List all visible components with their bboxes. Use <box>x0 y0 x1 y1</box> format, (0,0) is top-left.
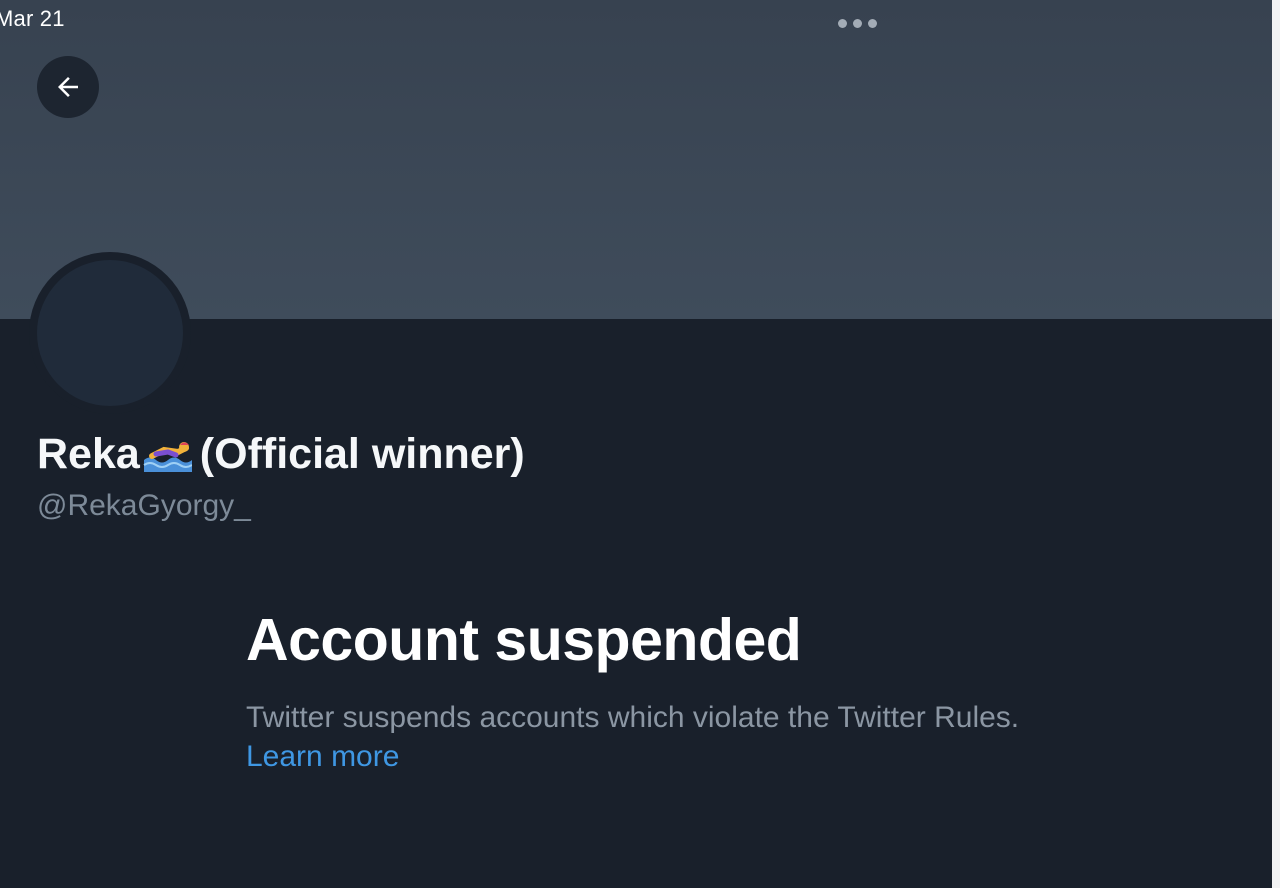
display-name-text: Reka <box>37 430 140 478</box>
profile-banner <box>0 0 1272 319</box>
display-name-suffix: (Official winner) <box>199 430 525 478</box>
more-dots-icon[interactable] <box>838 19 877 28</box>
suspended-description-text: Twitter suspends accounts which violate … <box>246 701 1020 734</box>
more-dot <box>868 19 877 28</box>
status-bar-date: Mar 21 <box>0 6 65 31</box>
learn-more-link[interactable]: Learn more <box>246 740 399 773</box>
profile-screen: Mar 21 Reka (Official winner) @RekaGyorg… <box>0 0 1280 888</box>
display-name: Reka (Official winner) <box>37 430 525 479</box>
swimmer-emoji-icon <box>143 441 192 472</box>
more-dot <box>838 19 847 28</box>
window-edge <box>1272 0 1280 888</box>
avatar-placeholder <box>37 260 183 406</box>
suspended-description: Twitter suspends accounts which violate … <box>246 698 1036 776</box>
suspended-title: Account suspended <box>246 607 802 673</box>
arrow-left-icon <box>58 77 78 97</box>
profile-handle: @RekaGyorgy_ <box>37 489 251 522</box>
back-button[interactable] <box>37 56 99 118</box>
avatar <box>29 252 191 414</box>
more-dot <box>853 19 862 28</box>
